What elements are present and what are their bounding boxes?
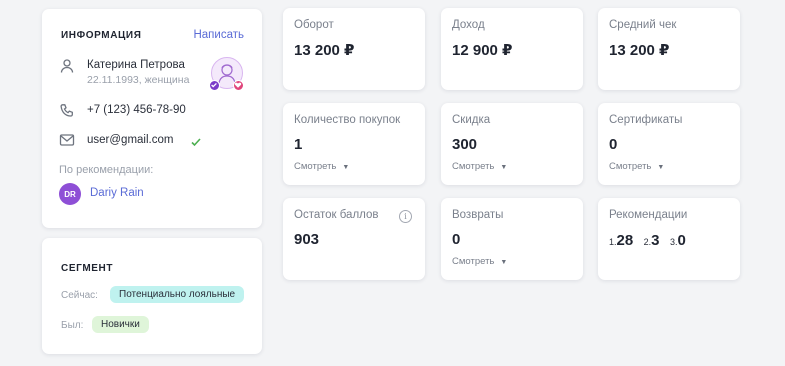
segment-now-label: Сейчас: (61, 290, 98, 301)
write-link[interactable]: Написать (193, 29, 244, 41)
stat-purchases: Количество покупок 1 Смотреть ▼ (283, 103, 425, 185)
referral-label: По рекомендации: (59, 164, 154, 176)
stat-value: 1 (294, 136, 303, 153)
stat-value: 903 (294, 231, 320, 248)
stat-recommendations: Рекомендации 1.28 2.3 3.0 (598, 198, 740, 280)
stat-income: Доход 12 900 ₽ (441, 8, 583, 90)
stat-avg-check: Средний чек 13 200 ₽ (598, 8, 740, 90)
referral-name-link[interactable]: Dariy Rain (90, 187, 144, 199)
recommendation-item: 1.28 (609, 232, 633, 250)
stat-value: 300 (452, 136, 478, 153)
stat-turnover: Оборот 13 200 ₽ (283, 8, 425, 90)
watch-discount-button[interactable]: Смотреть ▼ (452, 161, 507, 172)
stat-label: Средний чек (609, 19, 677, 31)
info-icon[interactable]: i (399, 210, 412, 223)
segment-title: СЕГМЕНТ (61, 263, 114, 274)
caret-down-icon: ▼ (500, 164, 508, 171)
caret-down-icon: ▼ (657, 164, 665, 171)
stat-discount: Скидка 300 Смотреть ▼ (441, 103, 583, 185)
stat-label: Количество покупок (294, 114, 401, 126)
client-birth-gender: 22.11.1993, женщина (87, 74, 190, 86)
stat-label: Доход (452, 19, 485, 31)
segment-now-badge: Потенциально лояльные (110, 286, 245, 303)
recommendations-values: 1.28 2.3 3.0 (609, 232, 692, 250)
info-card: ИНФОРМАЦИЯ Написать Катерина Петрова 22.… (42, 9, 262, 228)
client-avatar[interactable] (209, 55, 247, 93)
phone-icon (59, 103, 75, 119)
heart-badge-icon (233, 80, 244, 91)
watch-returns-button[interactable]: Смотреть ▼ (452, 256, 507, 267)
recommendation-value: 28 (616, 232, 634, 249)
stat-value: 0 (452, 231, 461, 248)
caret-down-icon: ▼ (500, 259, 508, 266)
segment-was-badge: Новички (92, 316, 149, 333)
stat-returns: Возвраты 0 Смотреть ▼ (441, 198, 583, 280)
caret-down-icon: ▼ (342, 164, 350, 171)
stat-label: Возвраты (452, 209, 504, 221)
stat-label: Рекомендации (609, 209, 688, 221)
stat-points: Остаток баллов i 903 (283, 198, 425, 280)
client-phone[interactable]: +7 (123) 456-78-90 (87, 104, 186, 116)
watch-label: Смотреть (294, 161, 337, 172)
info-title: ИНФОРМАЦИЯ (61, 30, 142, 41)
recommendation-index: 1. (609, 237, 617, 247)
stat-certificates: Сертификаты 0 Смотреть ▼ (598, 103, 740, 185)
stat-value: 13 200 ₽ (294, 42, 355, 59)
watch-purchases-button[interactable]: Смотреть ▼ (294, 161, 349, 172)
watch-label: Смотреть (452, 256, 495, 267)
watch-label: Смотреть (609, 161, 652, 172)
user-icon (59, 58, 75, 74)
stat-label: Остаток баллов (294, 209, 379, 221)
stat-value: 13 200 ₽ (609, 42, 670, 59)
watch-certificates-button[interactable]: Смотреть ▼ (609, 161, 664, 172)
check-icon (190, 135, 202, 147)
mail-icon (59, 132, 75, 148)
segment-card: СЕГМЕНТ Сейчас: Потенциально лояльные Бы… (42, 238, 262, 354)
stat-value: 0 (609, 136, 618, 153)
stat-value: 12 900 ₽ (452, 42, 513, 59)
recommendation-item: 3.0 (670, 232, 686, 250)
client-name: Катерина Петрова (87, 59, 185, 71)
verified-badge-icon (209, 80, 220, 91)
recommendation-value: 0 (677, 232, 686, 249)
recommendation-value: 3 (651, 232, 660, 249)
recommendation-item: 2.3 (644, 232, 660, 250)
segment-was-label: Был: (61, 320, 84, 331)
watch-label: Смотреть (452, 161, 495, 172)
stat-label: Оборот (294, 19, 334, 31)
stat-label: Сертификаты (609, 114, 683, 126)
referral-avatar: DR (59, 183, 81, 205)
stat-label: Скидка (452, 114, 491, 126)
client-email[interactable]: user@gmail.com (87, 134, 173, 146)
